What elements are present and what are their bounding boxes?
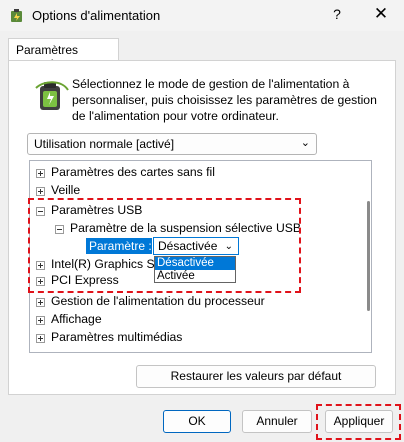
apply-button[interactable]: Appliquer [325,410,393,433]
cancel-button[interactable]: Annuler [242,410,312,433]
chevron-down-icon: ⌄ [300,137,310,149]
window-title: Options d'alimentation [32,8,161,23]
chevron-down-icon: ⌄ [224,241,233,252]
setting-value: Désactivée [158,239,218,253]
collapse-icon[interactable] [36,207,45,216]
setting-label: Paramètre : [86,238,152,254]
tree-item-sleep[interactable]: Veille [51,182,80,198]
dropdown-option-enabled[interactable]: Activée [155,270,235,283]
tree-item-wireless[interactable]: Paramètres des cartes sans fil [51,164,215,180]
title-bar: Options d'alimentation ? ✕ [0,0,404,31]
expand-icon[interactable] [36,334,45,343]
dropdown-option-disabled[interactable]: Désactivée [155,257,235,270]
scrollbar-thumb[interactable] [367,201,370,311]
battery-power-icon [35,81,69,110]
power-options-icon [11,9,22,22]
setting-value-select[interactable]: Désactivée ⌄ [153,237,239,255]
tab-advanced-settings[interactable]: Paramètres avancés [8,38,119,71]
tree-item-usb[interactable]: Paramètres USB [51,202,142,218]
expand-icon[interactable] [36,316,45,325]
tree-item-usb-selective-suspend[interactable]: Paramètre de la suspension sélective USB [70,220,301,236]
restore-defaults-button[interactable]: Restaurer les valeurs par défaut [136,365,376,388]
expand-icon[interactable] [36,187,45,196]
tree-item-display[interactable]: Affichage [51,311,102,327]
instructions-text: Sélectionnez le mode de gestion de l'ali… [72,77,377,123]
expand-icon[interactable] [36,298,45,307]
tree-item-pci-express[interactable]: PCI Express [51,272,119,288]
collapse-icon[interactable] [55,225,64,234]
power-plan-value: Utilisation normale [activé] [34,137,175,151]
tree-item-multimedia[interactable]: Paramètres multimédias [51,329,182,345]
help-button[interactable]: ? [329,6,345,24]
setting-dropdown-list: Désactivée Activée [154,256,236,283]
tree-item-processor[interactable]: Gestion de l'alimentation du processeur [51,293,265,309]
expand-icon[interactable] [36,169,45,178]
ok-button[interactable]: OK [163,410,231,433]
power-plan-select[interactable]: Utilisation normale [activé] ⌄ [27,133,317,155]
close-button[interactable]: ✕ [372,4,390,24]
expand-icon[interactable] [36,261,45,270]
expand-icon[interactable] [36,277,45,286]
tree-item-intel-graphics[interactable]: Intel(R) Graphics Se [51,256,161,272]
